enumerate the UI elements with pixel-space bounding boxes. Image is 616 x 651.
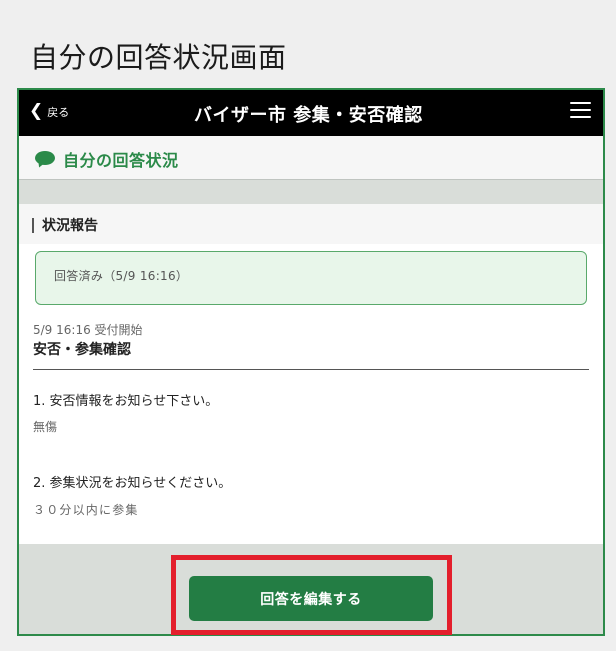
top-bar: ❮ 戻る バイザー市 参集・安否確認 bbox=[19, 90, 603, 136]
back-label: 戻る bbox=[47, 105, 70, 119]
response-card: 回答済み（5/9 16:16） 5/9 16:16 受付開始 安否・参集確認 1… bbox=[19, 244, 603, 544]
subheader-content: 自分の回答状況 bbox=[35, 147, 179, 171]
chat-bubble-tail bbox=[36, 159, 47, 169]
survey-title: 安否・参集確認 bbox=[33, 342, 131, 358]
question-1-label: 1. 安否情報をお知らせ下さい。 bbox=[33, 394, 219, 409]
page-caption: 自分の回答状況画面 bbox=[30, 41, 287, 74]
back-button[interactable]: ❮ 戻る bbox=[29, 103, 69, 120]
hamburger-menu-icon-line bbox=[570, 116, 591, 118]
hamburger-menu-icon bbox=[570, 102, 591, 104]
chevron-left-icon: ❮ bbox=[29, 101, 44, 121]
hamburger-menu-icon-line bbox=[570, 109, 591, 111]
page-title: 自分の回答状況 bbox=[63, 151, 179, 170]
section-heading-content: 状況報告 bbox=[32, 215, 98, 235]
question-2-label: 2. 参集状況をお知らせください。 bbox=[33, 476, 232, 491]
response-status-box: 回答済み（5/9 16:16） bbox=[35, 251, 587, 305]
menu-button[interactable] bbox=[570, 101, 591, 119]
title-divider bbox=[33, 369, 589, 370]
section-title: 状況報告 bbox=[42, 218, 98, 234]
section-heading: 状況報告 bbox=[19, 204, 603, 244]
section-marker bbox=[32, 217, 34, 233]
survey-start-time: 5/9 16:16 受付開始 bbox=[33, 323, 143, 337]
chat-bubble-icon bbox=[35, 151, 55, 169]
edit-answer-button[interactable]: 回答を編集する bbox=[189, 576, 433, 621]
response-status-text: 回答済み（5/9 16:16） bbox=[54, 269, 189, 283]
subheader: 自分の回答状況 bbox=[19, 136, 603, 180]
app-title: バイザー市 参集・安否確認 bbox=[194, 105, 423, 126]
question-1-answer: 無傷 bbox=[33, 420, 58, 434]
question-2-answer: ３０分以内に参集 bbox=[33, 503, 139, 517]
mobile-screen: ❮ 戻る バイザー市 参集・安否確認 自分の回答状況 状況報告 回答済み（5/9… bbox=[17, 88, 605, 636]
